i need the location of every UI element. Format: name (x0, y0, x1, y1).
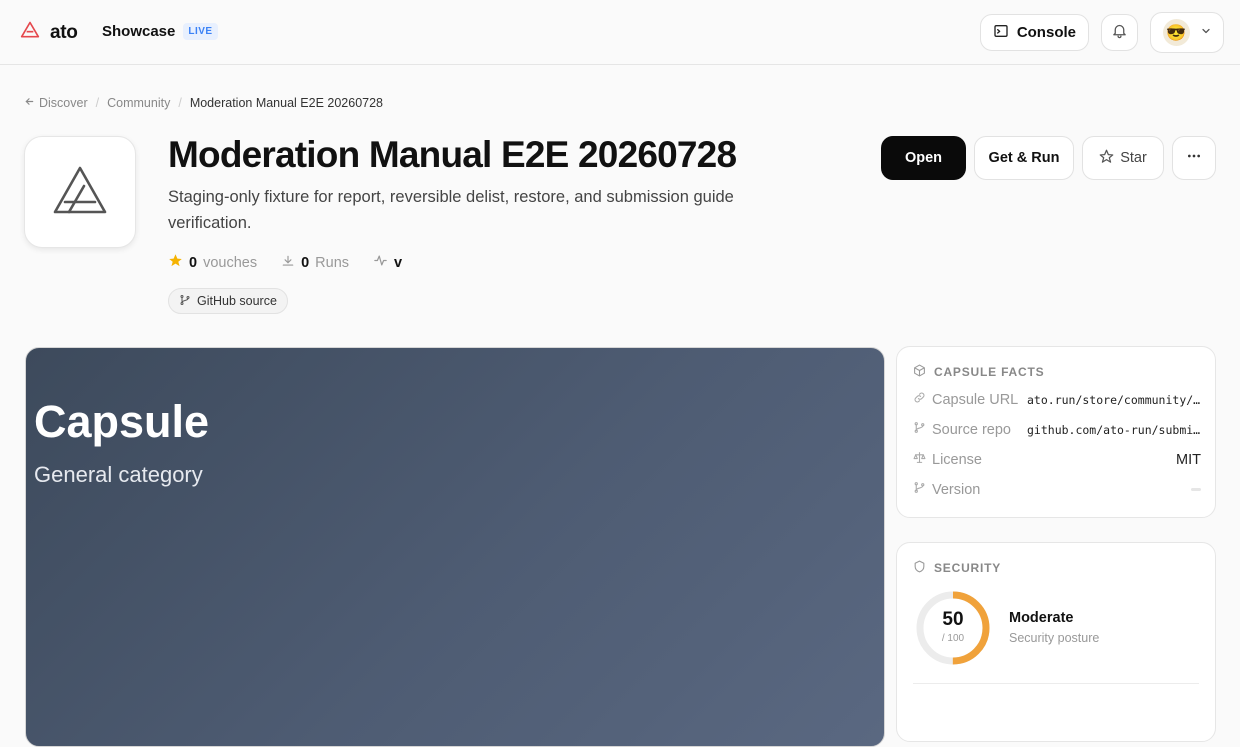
console-button[interactable]: Console (979, 14, 1089, 51)
breadcrumb-parent[interactable]: Community (107, 96, 170, 110)
breadcrumb: Discover / Community / Moderation Manual… (24, 96, 383, 110)
git-branch-icon (179, 294, 191, 309)
security-card: SECURITY 50 / 100 Moderate Security post… (896, 542, 1216, 742)
security-score-gauge: 50 / 100 (915, 590, 991, 666)
capsule-facts-heading-label: CAPSULE FACTS (934, 365, 1045, 379)
star-outline-icon (1099, 149, 1114, 168)
avatar: 😎 (1162, 19, 1190, 46)
git-branch-icon (913, 481, 926, 498)
vouches-stat: 0 vouches (168, 253, 257, 272)
security-heading-label: SECURITY (934, 561, 1002, 575)
star-filled-icon (168, 253, 183, 272)
activity-icon (373, 253, 388, 272)
console-label: Console (1016, 24, 1076, 41)
live-badge: LIVE (183, 23, 218, 40)
source-repo-value[interactable]: github.com/ato-run/submissions-moderatio… (1027, 423, 1201, 437)
license-value: MIT (1176, 451, 1201, 468)
fact-label: License (913, 451, 1027, 468)
security-score: 50 (942, 609, 964, 630)
github-source-label: GitHub source (197, 294, 277, 308)
fact-label: Capsule URL (913, 391, 1027, 408)
hero-title: Capsule (34, 396, 210, 447)
git-branch-icon (913, 421, 926, 438)
capsule-stats: 0 vouches 0 Runs v (168, 253, 402, 272)
license-label: License (932, 451, 982, 468)
security-heading: SECURITY (913, 560, 1001, 576)
get-and-run-button[interactable]: Get & Run (974, 136, 1074, 180)
shield-icon (913, 560, 926, 576)
fact-label: Version (913, 481, 1027, 498)
github-source-pill[interactable]: GitHub source (168, 288, 288, 314)
arrow-left-icon (24, 96, 35, 110)
hero-subtitle: General category (34, 462, 203, 487)
version-placeholder (1191, 488, 1201, 491)
security-level: Moderate (1009, 610, 1074, 626)
more-horizontal-icon (1186, 148, 1202, 169)
brand-logo[interactable]: ato (20, 20, 78, 45)
user-menu-button[interactable]: 😎 (1150, 12, 1224, 53)
star-label: Star (1120, 150, 1147, 166)
top-bar: ato Showcase LIVE Console 😎 (0, 0, 1240, 65)
page-title: Moderation Manual E2E 20260728 (168, 134, 737, 175)
vouches-label: vouches (203, 254, 258, 271)
breadcrumb-separator: / (95, 96, 100, 110)
chevron-down-icon (1200, 24, 1212, 42)
capsule-url-label: Capsule URL (932, 391, 1019, 408)
download-icon (281, 254, 295, 272)
terminal-icon (993, 23, 1009, 43)
more-options-button[interactable] (1172, 136, 1216, 180)
star-button[interactable]: Star (1082, 136, 1164, 180)
capsule-logo-icon (51, 164, 109, 221)
ato-logo-icon (20, 20, 40, 45)
brand-name: ato (50, 21, 78, 43)
security-sublabel: Security posture (1009, 631, 1100, 645)
runs-label: Runs (315, 254, 350, 271)
capsule-icon-tile (24, 136, 136, 248)
bell-icon (1111, 22, 1128, 44)
fact-license: License MIT (913, 451, 1201, 468)
capsule-actions: Open Get & Run Star (881, 136, 1216, 180)
breadcrumb-back-label: Discover (39, 96, 88, 110)
divider (913, 683, 1199, 684)
section-label: Showcase (102, 23, 176, 40)
cube-icon (913, 364, 926, 380)
section-indicator: Showcase LIVE (102, 23, 218, 40)
source-repo-label: Source repo (932, 421, 1011, 438)
fact-source-repo: Source repo github.com/ato-run/submissio… (913, 421, 1201, 438)
version-text: v (394, 254, 403, 271)
open-button[interactable]: Open (881, 136, 966, 180)
capsule-description: Staging-only fixture for report, reversi… (168, 188, 734, 232)
breadcrumb-separator: / (178, 96, 182, 110)
fact-version: Version (913, 481, 1201, 498)
link-icon (913, 391, 926, 408)
fact-label: Source repo (913, 421, 1027, 438)
capsule-hero-banner: Capsule General category (25, 347, 885, 747)
version-label: Version (932, 481, 981, 498)
capsule-url-value[interactable]: ato.run/store/community/moderation-manua… (1027, 393, 1201, 407)
breadcrumb-current: Moderation Manual E2E 20260728 (189, 96, 384, 110)
version-stat: v (373, 253, 402, 272)
vouches-count: 0 (189, 254, 198, 271)
runs-count: 0 (301, 254, 310, 271)
notifications-button[interactable] (1101, 14, 1138, 51)
runs-stat: 0 Runs (281, 254, 349, 272)
capsule-facts-heading: CAPSULE FACTS (913, 364, 1044, 380)
capsule-facts-card: CAPSULE FACTS Capsule URL ato.run/store/… (896, 346, 1216, 518)
security-score-max: / 100 (941, 633, 965, 644)
scale-icon (913, 451, 926, 468)
fact-capsule-url: Capsule URL ato.run/store/community/mode… (913, 391, 1201, 408)
breadcrumb-back[interactable]: Discover (24, 96, 88, 110)
